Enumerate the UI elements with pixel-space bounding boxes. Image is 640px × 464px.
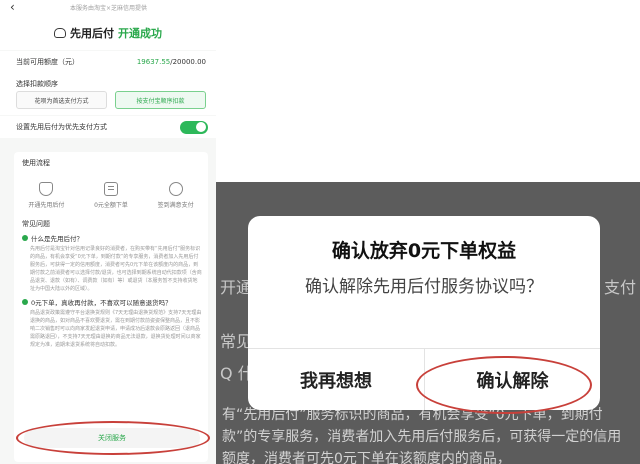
order-document-icon (103, 182, 118, 196)
info-card: 使用流程 开通先用后付 0元全额下单 签到满意支付 常见问题 什么是先用后付？ … (14, 152, 208, 462)
quota-current: 19637.55 (136, 58, 171, 66)
faq-question-text: 什么是先用后付？ (31, 235, 83, 243)
preferred-payment-label: 设置先用后付为优先支付方式 (16, 123, 107, 131)
faq-answer: 商品退货政策需遵守平台退换货规则《7天无理由退换货规范》支持7天无理由退换的商品… (30, 310, 202, 348)
preferred-payment-row: 设置先用后付为优先支付方式 (0, 116, 216, 138)
quota-total: /20000.00 (170, 58, 206, 66)
step-item: 0元全额下单 (81, 182, 141, 209)
step-label: 签到满意支付 (157, 202, 194, 209)
faq-title: 常见问题 (22, 220, 50, 228)
zoomed-dialog-view: ⌒ 开通 支付 常见 Q 什 有“先用后付”服务标识的商品，有机会享受“0元下单… (216, 182, 640, 464)
preferred-payment-toggle[interactable] (180, 120, 208, 134)
deduct-order-label: 选择扣款顺序 (0, 73, 216, 89)
quota-value: 19637.55/20000.00 (137, 58, 206, 66)
title-text: 先用后付 (70, 27, 114, 40)
service-icon (54, 28, 66, 38)
deduct-option-huabei[interactable]: 花呗为首选支付方式 (16, 91, 107, 109)
payment-icon (168, 182, 183, 196)
dialog-message: 确认解除先用后付服务协议吗？ (305, 277, 543, 297)
usage-steps: 开通先用后付 0元全额下单 签到满意支付 (14, 168, 208, 209)
quota-label: 当前可用额度（元） (16, 58, 79, 66)
cancel-button[interactable]: 我再想想 (248, 349, 424, 410)
deduct-order-options: 花呗为首选支付方式 按支付宝顺序扣款 (0, 89, 216, 115)
background-paragraph: 有“先用后付”服务标识的商品，有机会享受“0元下单，到期付款”的专享服务，消费者… (222, 407, 622, 464)
step-label: 0元全额下单 (94, 202, 128, 209)
page-title: 先用后付 开通成功 (0, 16, 216, 50)
status-text: 开通成功 (118, 27, 162, 40)
question-bullet-icon (22, 235, 28, 241)
faq-question: 0元下单，真收再付款，不喜欢可以随意退货吗？ (14, 293, 208, 307)
quota-row: 当前可用额度（元） 19637.55/20000.00 (0, 51, 216, 73)
step-item: 签到满意支付 (146, 182, 206, 209)
dialog-title: 确认放弃0元下单权益 (331, 240, 517, 262)
faq-question: 什么是先用后付？ (14, 229, 208, 243)
annotation-circle (416, 356, 592, 414)
back-chevron-icon[interactable]: ‹ (10, 0, 15, 14)
faq-answer: 先用后付是淘宝针对信用记录良好的消费者，在购买带有“先用后付”服务标识的商品，有… (30, 246, 202, 292)
shield-icon (39, 182, 54, 196)
step-item: 开通先用后付 (16, 182, 76, 209)
annotation-circle (16, 421, 210, 455)
deduct-option-alipay[interactable]: 按支付宝顺序扣款 (115, 91, 206, 109)
faq-question-text: 0元下单，真收再付款，不喜欢可以随意退货吗？ (31, 299, 172, 307)
top-bar: ‹ 本服务由淘宝×芝麻信用提供 (0, 0, 216, 16)
usage-flow-title: 使用流程 (22, 159, 50, 167)
background-step-label: 支付 (604, 278, 637, 297)
question-bullet-icon (22, 299, 28, 305)
provider-note: 本服务由淘宝×芝麻信用提供 (70, 5, 148, 12)
step-label: 开通先用后付 (28, 202, 65, 209)
phone-screen: ‹ 本服务由淘宝×芝麻信用提供 先用后付 开通成功 当前可用额度（元） 1963… (0, 0, 216, 464)
